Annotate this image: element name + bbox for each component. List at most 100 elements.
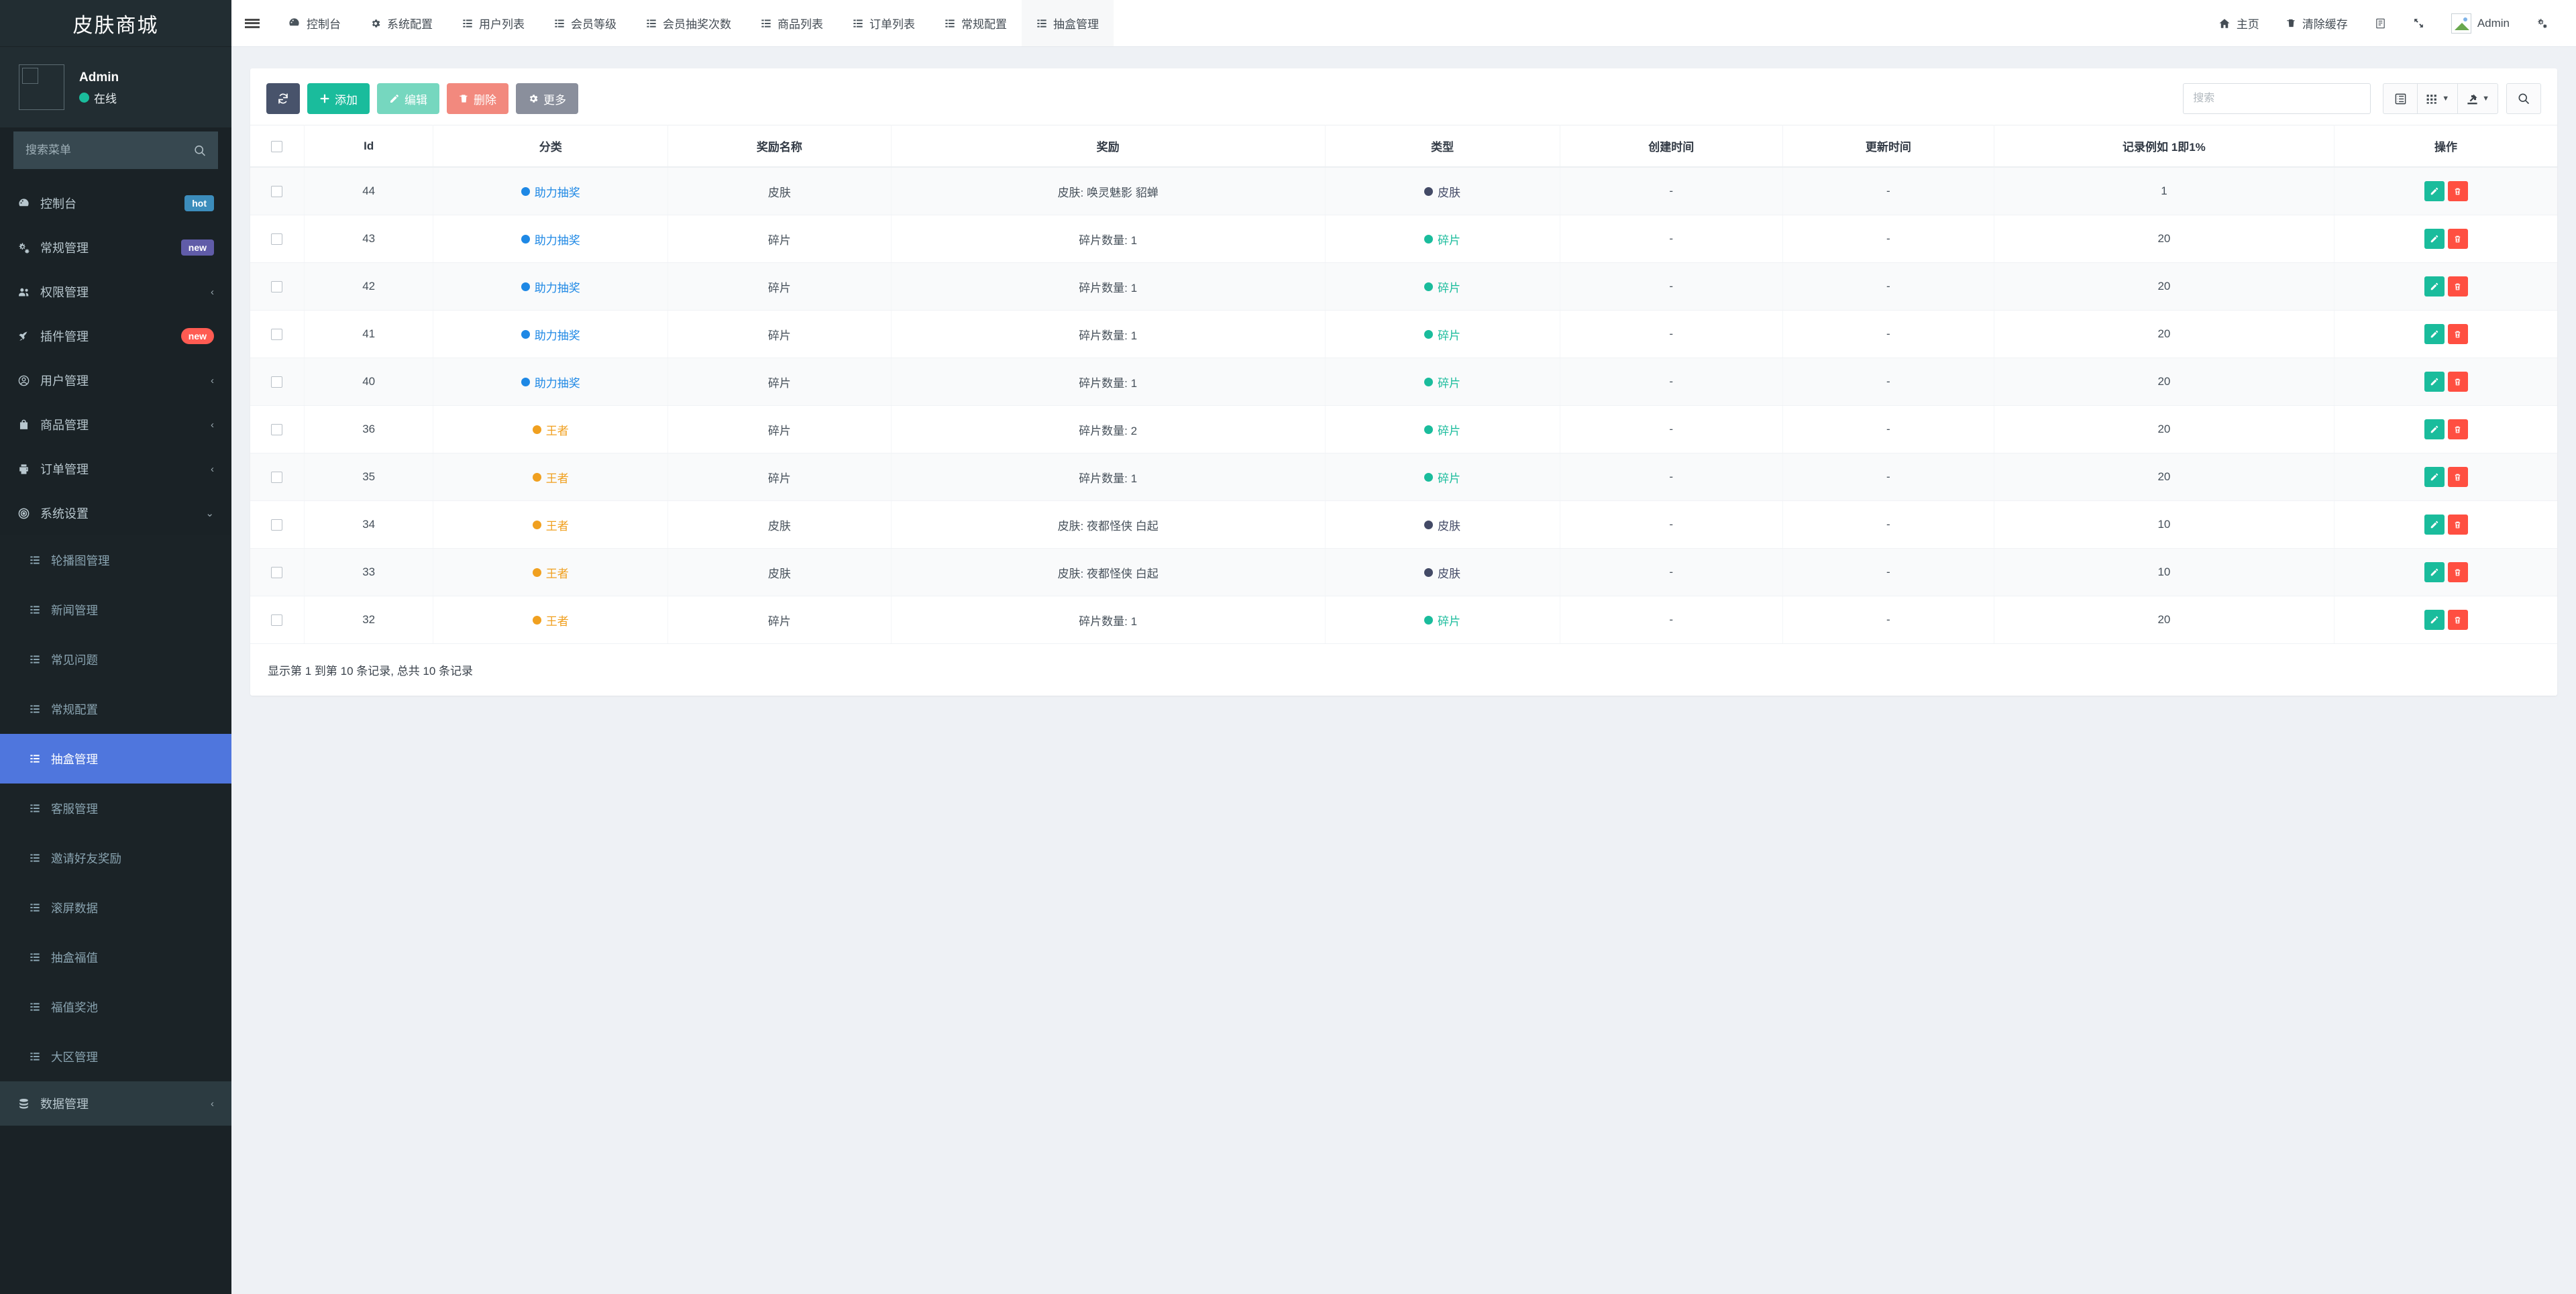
sidebar-subitem-6[interactable]: 邀请好友奖励 [0,833,231,883]
list-icon [30,654,51,665]
sidebar-item-3[interactable]: 插件管理 new [0,314,231,358]
table-search-input[interactable] [2183,83,2371,114]
table-row[interactable]: 35 王者 碎片 碎片数量: 1 碎片 - -20 [250,453,2557,501]
tab-0[interactable]: 控制台 [273,0,356,46]
search-icon[interactable] [193,144,206,157]
tab-3[interactable]: 会员等级 [539,0,631,46]
table-row[interactable]: 36 王者 碎片 碎片数量: 2 碎片 - -20 [250,405,2557,453]
table-row[interactable]: 34 王者 皮肤 皮肤: 夜都怪侠 白起 皮肤 - -10 [250,500,2557,549]
table-row[interactable]: 32 王者 碎片 碎片数量: 1 碎片 - -20 [250,596,2557,644]
chevron-icon: ‹ [211,463,214,475]
row-checkbox[interactable] [271,376,283,388]
hamburger-menu-icon[interactable] [231,0,273,46]
row-delete-button[interactable] [2447,372,2468,392]
tab-4[interactable]: 会员抽奖次数 [631,0,746,46]
table-row[interactable]: 44 助力抽奖 皮肤 皮肤: 唤灵魅影 貂蝉 皮肤 - -1 [250,167,2557,215]
tab-8[interactable]: 抽盒管理 [1022,0,1114,46]
cell-actions [2334,167,2557,215]
delete-button[interactable]: 删除 [447,83,508,114]
sidebar-subitem-5[interactable]: 客服管理 [0,784,231,833]
sidebar-subitem-7[interactable]: 滚屏数据 [0,883,231,932]
select-all-checkbox[interactable] [271,140,283,152]
sidebar-item-0[interactable]: 控制台 hot [0,181,231,225]
row-checkbox[interactable] [271,614,283,627]
sidebar-subitem-9[interactable]: 福值奖池 [0,982,231,1032]
header-right-actions: 主页 清除缓存 Admin [2205,0,2576,46]
tab-5[interactable]: 商品列表 [746,0,838,46]
tab-7[interactable]: 常规配置 [930,0,1022,46]
row-checkbox[interactable] [271,329,283,341]
list-icon [30,803,51,814]
row-edit-button[interactable] [2424,562,2445,582]
table-row[interactable]: 43 助力抽奖 碎片 碎片数量: 1 碎片 - -20 [250,215,2557,263]
sidebar-subitem-3[interactable]: 常规配置 [0,684,231,734]
edit-button[interactable]: 编辑 [377,83,439,114]
row-checkbox[interactable] [271,567,283,579]
sidebar-subitem-1[interactable]: 新闻管理 [0,585,231,635]
table-row[interactable]: 42 助力抽奖 碎片 碎片数量: 1 碎片 - -20 [250,262,2557,311]
header-action-5[interactable] [2523,0,2561,47]
tab-1[interactable]: 系统配置 [356,0,447,46]
row-edit-button[interactable] [2424,181,2445,201]
table-row[interactable]: 40 助力抽奖 碎片 碎片数量: 1 碎片 - -20 [250,358,2557,406]
row-checkbox[interactable] [271,281,283,293]
row-delete-button[interactable] [2447,229,2468,249]
tab-2[interactable]: 用户列表 [447,0,539,46]
row-edit-button[interactable] [2424,419,2445,439]
sidebar-search-input[interactable] [13,131,218,169]
table-row[interactable]: 33 王者 皮肤 皮肤: 夜都怪侠 白起 皮肤 - -10 [250,548,2557,596]
sidebar-subitem-10[interactable]: 大区管理 [0,1032,231,1081]
table-row[interactable]: 41 助力抽奖 碎片 碎片数量: 1 碎片 - -20 [250,310,2557,358]
refresh-button[interactable] [266,83,300,114]
cell-type: 碎片 [1325,596,1560,644]
sidebar-item-5[interactable]: 商品管理 ‹ [0,402,231,447]
row-edit-button[interactable] [2424,467,2445,487]
row-edit-button[interactable] [2424,276,2445,296]
sidebar-subitem-8[interactable]: 抽盒福值 [0,932,231,982]
cell-created-at: - [1560,453,1783,501]
row-checkbox[interactable] [271,472,283,484]
row-checkbox[interactable] [271,424,283,436]
sidebar-subitem-0[interactable]: 轮播图管理 [0,535,231,585]
row-edit-button[interactable] [2424,515,2445,535]
header-action-2[interactable] [2361,0,2400,47]
row-delete-button[interactable] [2447,467,2468,487]
sidebar-item-7[interactable]: 系统设置 ⌄ [0,491,231,535]
row-checkbox[interactable] [271,186,283,198]
cell-type: 碎片 [1325,453,1560,501]
row-delete-button[interactable] [2447,276,2468,296]
row-delete-button[interactable] [2447,610,2468,630]
row-delete-button[interactable] [2447,515,2468,535]
export-icon[interactable]: ▼ [2457,83,2498,114]
sidebar-subitem-2[interactable]: 常见问题 [0,635,231,684]
sidebar-item-4[interactable]: 用户管理 ‹ [0,358,231,402]
row-checkbox[interactable] [271,233,283,246]
row-delete-button[interactable] [2447,562,2468,582]
sidebar-item-1[interactable]: 常规管理 new [0,225,231,270]
row-edit-button[interactable] [2424,324,2445,344]
brand-header[interactable]: 皮肤商城 [0,0,231,47]
list-icon [30,1002,51,1012]
add-button[interactable]: 添加 [307,83,370,114]
header-action-0[interactable]: 主页 [2205,0,2273,47]
row-delete-button[interactable] [2447,419,2468,439]
sidebar-item-data-management[interactable]: 数据管理 ‹ [0,1081,231,1126]
row-edit-button[interactable] [2424,229,2445,249]
row-delete-button[interactable] [2447,181,2468,201]
sidebar-subitem-4[interactable]: 抽盒管理 [0,734,231,784]
grid-icon[interactable]: ▼ [2417,83,2459,114]
columns-icon[interactable] [2383,83,2418,114]
row-delete-button[interactable] [2447,324,2468,344]
row-edit-button[interactable] [2424,610,2445,630]
row-edit-button[interactable] [2424,372,2445,392]
sidebar-item-2[interactable]: 权限管理 ‹ [0,270,231,314]
sidebar-item-6[interactable]: 订单管理 ‹ [0,447,231,491]
header-action-1[interactable]: 清除缓存 [2273,0,2361,47]
more-button[interactable]: 更多 [516,83,578,114]
header-action-3[interactable] [2400,0,2438,47]
tab-6[interactable]: 订单列表 [838,0,930,46]
cell-reward: 碎片数量: 1 [891,596,1326,644]
header-action-4[interactable]: Admin [2438,0,2523,47]
search-button[interactable] [2506,83,2541,114]
row-checkbox[interactable] [271,519,283,531]
